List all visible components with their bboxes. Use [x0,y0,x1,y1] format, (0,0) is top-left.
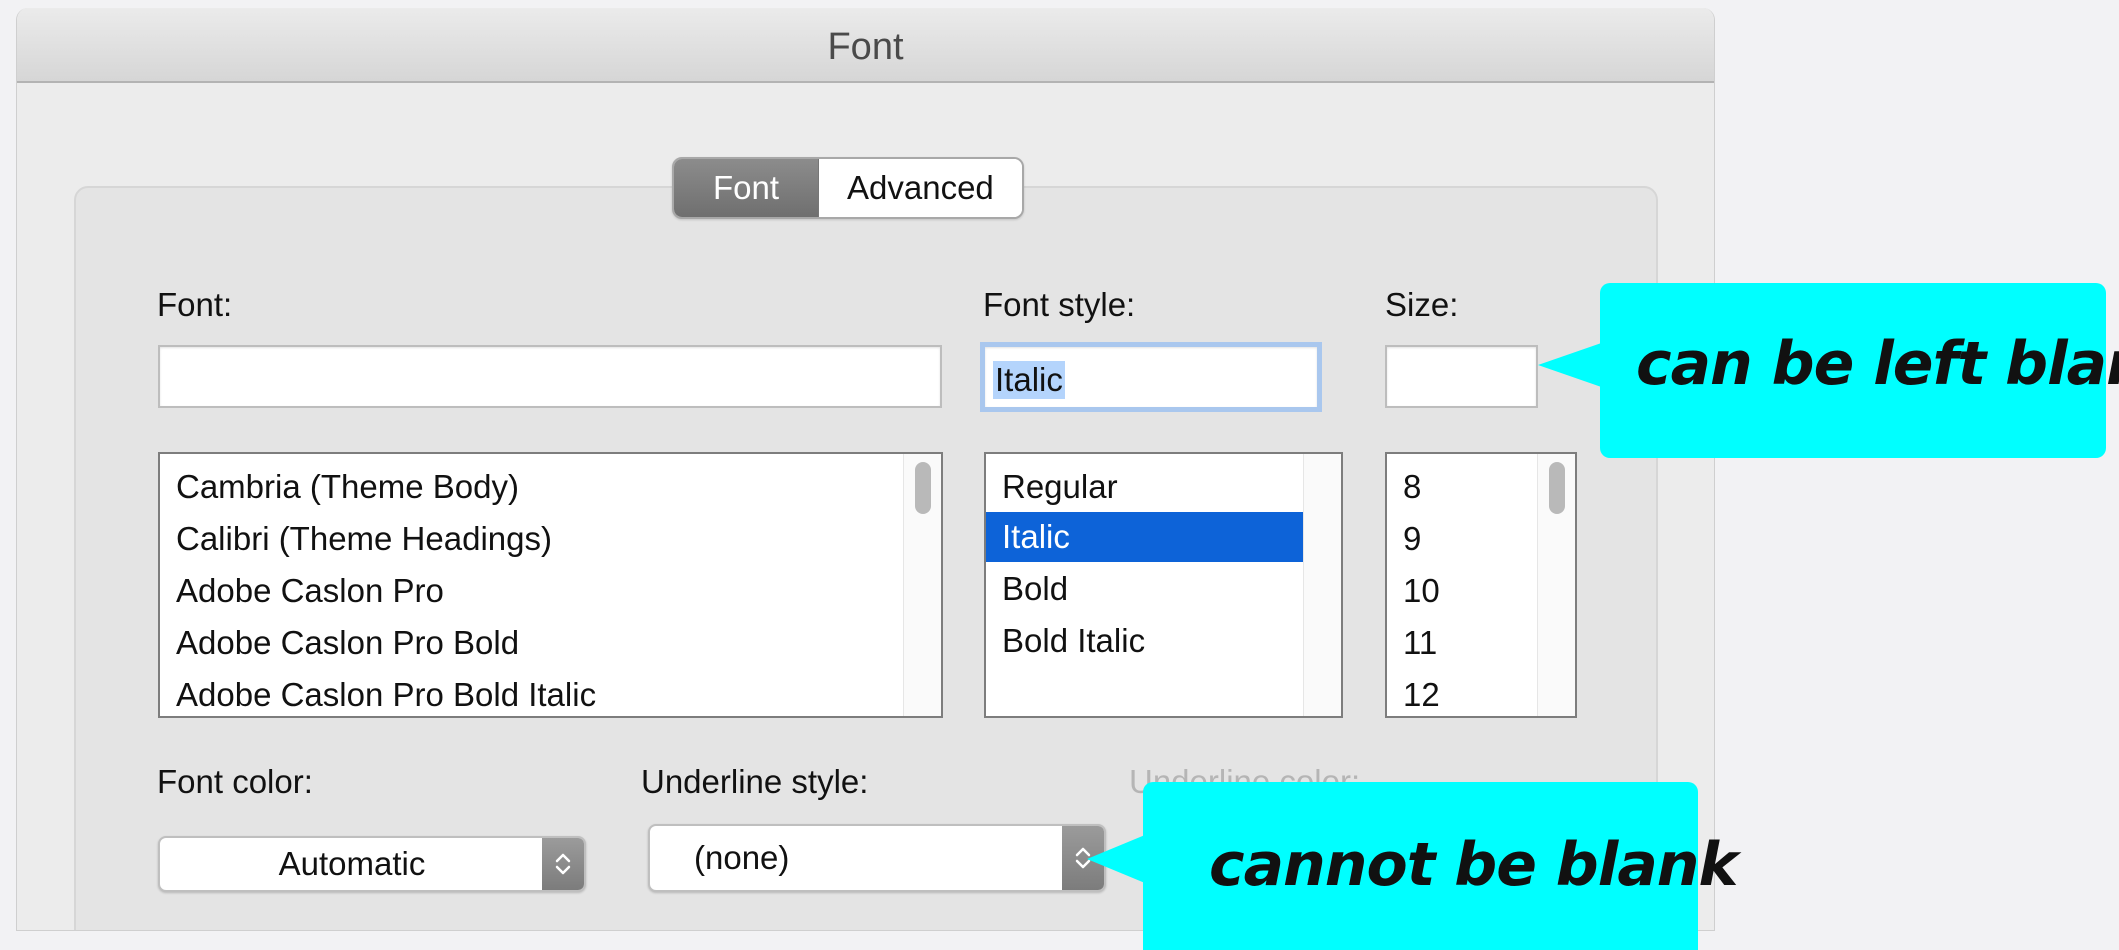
font-style-list[interactable]: Regular Italic Bold Bold Italic [984,452,1343,718]
list-item[interactable]: 12 [1387,670,1537,716]
font-color-label: Font color: [157,763,313,800]
font-style-input-value: Italic [993,361,1065,399]
callout-top: can be left blank [1600,283,2119,458]
font-style-label: Font style: [983,286,1136,323]
tab-control: Font Advanced [672,157,1024,219]
underline-style-popup[interactable]: (none) [648,824,1106,892]
font-color-value: Automatic [278,845,426,882]
underline-style-value: (none) [694,839,790,876]
size-list-scroll-thumb[interactable] [1549,462,1565,514]
font-style-input[interactable]: Italic [980,342,1322,412]
list-item[interactable]: Bold [986,564,1304,614]
up-down-chevron-icon [542,838,584,890]
tab-advanced[interactable]: Advanced [819,159,1022,217]
size-list-scrollbar[interactable] [1537,454,1575,716]
list-item[interactable]: 10 [1387,566,1537,616]
callout-bottom-pointer [1087,835,1145,883]
list-item[interactable]: Regular [986,462,1304,512]
title-bar: Font [17,8,1714,83]
font-label: Font: [157,286,233,323]
tab-font[interactable]: Font [674,159,819,217]
list-item[interactable]: Calibri (Theme Headings) [160,514,900,564]
list-item[interactable]: Adobe Caslon Pro [160,566,900,616]
list-item[interactable]: Adobe Caslon Pro Bold [160,618,900,668]
size-input[interactable] [1385,345,1538,408]
list-item[interactable]: 8 [1387,462,1537,512]
callout-bottom-text: cannot be blank [1209,830,1738,900]
list-item[interactable]: Cambria (Theme Body) [160,462,900,512]
font-name-input[interactable] [158,345,942,408]
font-color-popup[interactable]: Automatic [158,836,586,892]
list-item[interactable]: 11 [1387,618,1537,668]
list-item-selected[interactable]: Italic [986,512,1304,562]
font-list-scroll-thumb[interactable] [915,462,931,514]
font-list-scrollbar[interactable] [903,454,941,716]
window-title: Font [827,26,904,68]
size-label: Size: [1385,286,1459,323]
callout-bottom: cannot be blank [1143,782,1738,950]
callout-top-text: can be left blank [1636,329,2119,399]
font-list[interactable]: Cambria (Theme Body) Calibri (Theme Head… [158,452,943,718]
list-item[interactable]: Adobe Caslon Pro Bold Italic [160,670,900,716]
list-item[interactable]: Bold Italic [986,616,1304,666]
list-item[interactable]: 9 [1387,514,1537,564]
size-list[interactable]: 8 9 10 11 12 [1385,452,1577,718]
underline-style-label: Underline style: [641,763,869,800]
font-style-list-scrollbar[interactable] [1303,454,1341,716]
